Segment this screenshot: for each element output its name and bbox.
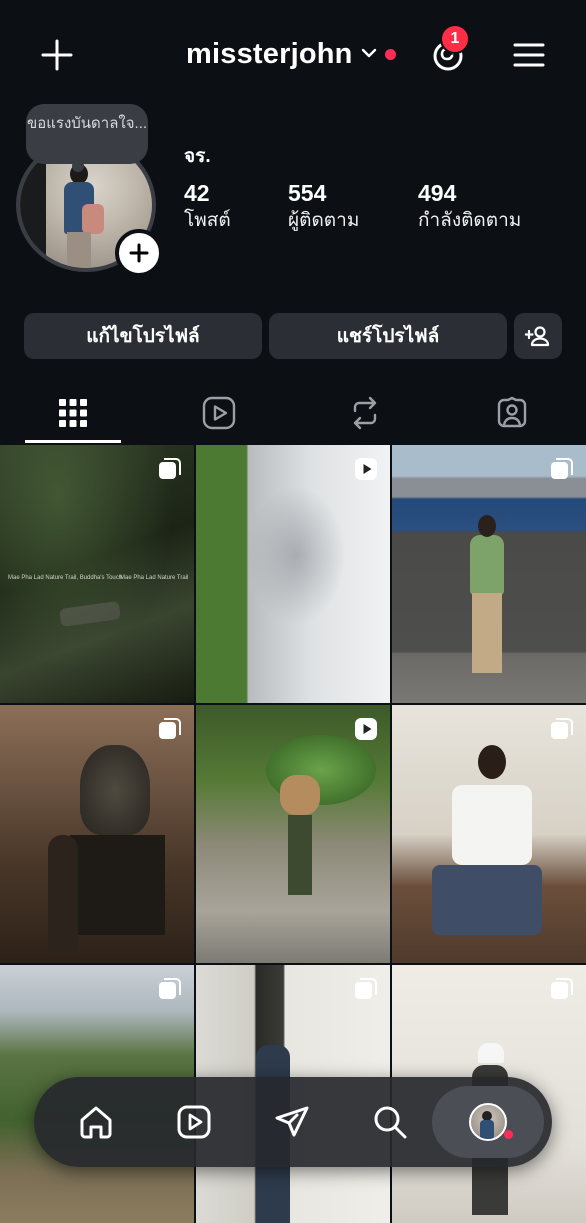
tagged-icon — [497, 396, 527, 428]
display-name: จร. — [184, 146, 211, 167]
tab-reposts[interactable] — [317, 382, 413, 444]
reel-icon — [354, 717, 378, 746]
search-icon — [374, 1106, 407, 1139]
add-person-icon — [525, 326, 550, 347]
grid-icon — [59, 399, 87, 427]
repost-icon — [353, 396, 377, 430]
carousel-icon — [354, 977, 378, 1006]
nav-search[interactable] — [342, 1077, 438, 1167]
edit-profile-button[interactable]: แก้ไขโปรไฟล์ — [24, 313, 262, 359]
add-story-button[interactable] — [115, 229, 163, 277]
tab-tagged[interactable] — [464, 382, 560, 444]
carousel-icon — [158, 717, 182, 746]
active-tab-indicator — [25, 440, 121, 443]
nav-home[interactable] — [48, 1077, 144, 1167]
account-switcher[interactable]: missterjohn — [186, 38, 396, 71]
carousel-icon — [158, 977, 182, 1006]
notification-badge: 1 — [440, 24, 470, 54]
nav-direct[interactable] — [244, 1077, 340, 1167]
grid-post[interactable]: Mae Pha Lad Nature Trail, Buddha's Touch… — [0, 445, 194, 703]
note-bubble[interactable]: ขอแรงบันดาลใจ... — [26, 104, 148, 164]
grid-post[interactable] — [196, 445, 390, 703]
tab-grid[interactable] — [25, 382, 121, 444]
carousel-icon — [550, 977, 574, 1006]
stat-following[interactable]: 494 กำลังติดตาม — [418, 180, 521, 234]
plus-icon — [129, 243, 149, 263]
carousel-icon — [550, 717, 574, 746]
grid-post[interactable] — [392, 705, 586, 963]
send-icon — [275, 1106, 309, 1137]
carousel-icon — [158, 457, 182, 486]
grid-post[interactable] — [0, 705, 194, 963]
reels-icon — [202, 396, 236, 430]
home-icon — [80, 1106, 112, 1139]
note-bubble-tail — [72, 160, 84, 172]
discover-people-button[interactable] — [514, 313, 562, 359]
tab-reels[interactable] — [171, 382, 267, 444]
profile-tabs — [0, 382, 586, 444]
profile-notification-dot — [504, 1130, 513, 1139]
post-caption-overlay: Mae Pha Lad Nature Trail, Buddha's Touch — [8, 575, 123, 581]
reels-icon — [177, 1105, 211, 1139]
carousel-icon — [550, 457, 574, 486]
stat-posts[interactable]: 42 โพสต์ — [184, 180, 231, 234]
create-icon[interactable] — [38, 36, 76, 74]
chevron-down-icon — [361, 46, 377, 64]
reel-icon — [354, 457, 378, 486]
stat-followers[interactable]: 554 ผู้ติดตาม — [288, 180, 359, 234]
top-bar: missterjohn 1 — [0, 0, 586, 110]
grid-post[interactable] — [392, 445, 586, 703]
username: missterjohn — [186, 38, 353, 70]
post-caption-overlay: Mae Pha Lad Nature Trail — [120, 575, 189, 581]
menu-icon[interactable] — [510, 38, 548, 72]
unread-dot — [384, 49, 396, 60]
profile-avatar — [469, 1103, 507, 1141]
nav-profile[interactable] — [440, 1077, 536, 1167]
bottom-navigation — [34, 1077, 552, 1167]
grid-post[interactable] — [196, 705, 390, 963]
nav-reels[interactable] — [146, 1077, 242, 1167]
share-profile-button[interactable]: แชร์โปรไฟล์ — [269, 313, 507, 359]
